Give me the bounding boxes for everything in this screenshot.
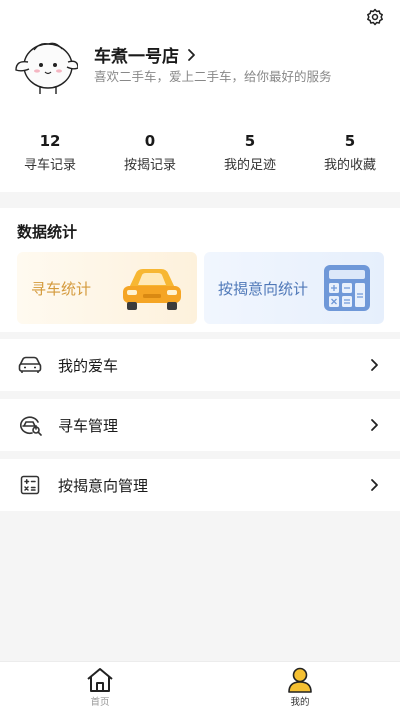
stat-label: 按揭记录: [123, 158, 176, 173]
menu-item-mortgage-intent-management[interactable]: 按揭意向管理: [0, 459, 400, 511]
stat-label: 我的足迹: [223, 158, 276, 173]
calculator-icon: [17, 474, 43, 496]
chevron-right-icon: [371, 359, 378, 371]
chevron-right-icon: [371, 419, 378, 431]
menu-label: 寻车管理: [58, 416, 119, 435]
car-icon: [123, 269, 181, 310]
gear-icon: [367, 8, 383, 26]
profile-header: 车煮一号店 喜欢二手车，爱上二手车，给你最好的服务 12 寻车记录 0 按揭记录…: [0, 0, 400, 192]
car-icon: [17, 354, 43, 376]
home-icon: [87, 668, 113, 692]
menu-label: 我的爱车: [58, 356, 119, 375]
user-icon: [288, 667, 312, 693]
car-search-icon: [17, 414, 43, 436]
menu-item-car-search-management[interactable]: 寻车管理: [0, 399, 400, 451]
stat-label: 我的收藏: [323, 158, 376, 173]
profile-name-link[interactable]: 车煮一号店: [94, 42, 199, 67]
section-title: 数据统计: [17, 223, 78, 241]
stat-value: 0: [144, 132, 156, 150]
profile-name: 车煮一号店: [94, 47, 179, 67]
menu-label: 按揭意向管理: [58, 476, 149, 495]
car-search-stats-tile[interactable]: 寻车统计: [17, 252, 197, 324]
tab-label: 我的: [290, 697, 310, 708]
tab-home[interactable]: 首页: [0, 662, 200, 711]
stat-mortgage-records[interactable]: 0 按揭记录: [100, 131, 200, 173]
stat-value: 5: [344, 132, 356, 150]
tile-label: 寻车统计: [31, 279, 92, 298]
stat-value: 5: [244, 132, 256, 150]
stat-value: 12: [39, 132, 61, 150]
calculator-icon: [324, 265, 370, 311]
tile-label: 按揭意向统计: [218, 279, 309, 298]
profile-bio: 喜欢二手车，爱上二手车，给你最好的服务: [94, 69, 332, 84]
tab-label: 首页: [90, 697, 110, 708]
menu-item-my-car[interactable]: 我的爱车: [0, 339, 400, 391]
data-statistics-card: 数据统计 寻车统计 按揭意向统计: [0, 208, 400, 332]
stat-label: 寻车记录: [23, 158, 76, 173]
stat-search-records[interactable]: 12 寻车记录: [0, 131, 100, 173]
stats-row: 12 寻车记录 0 按揭记录 5 我的足迹 5 我的收藏: [0, 131, 400, 173]
chevron-right-icon: [371, 479, 378, 491]
bottom-tab-bar: 首页 我的: [0, 661, 400, 711]
stat-favorites[interactable]: 5 我的收藏: [300, 131, 400, 173]
stat-footprints[interactable]: 5 我的足迹: [200, 131, 300, 173]
tab-mine[interactable]: 我的: [200, 662, 400, 711]
settings-button[interactable]: [364, 6, 386, 28]
mortgage-intent-stats-tile[interactable]: 按揭意向统计: [204, 252, 384, 324]
avatar[interactable]: [14, 40, 79, 96]
chevron-right-icon: [188, 48, 195, 61]
